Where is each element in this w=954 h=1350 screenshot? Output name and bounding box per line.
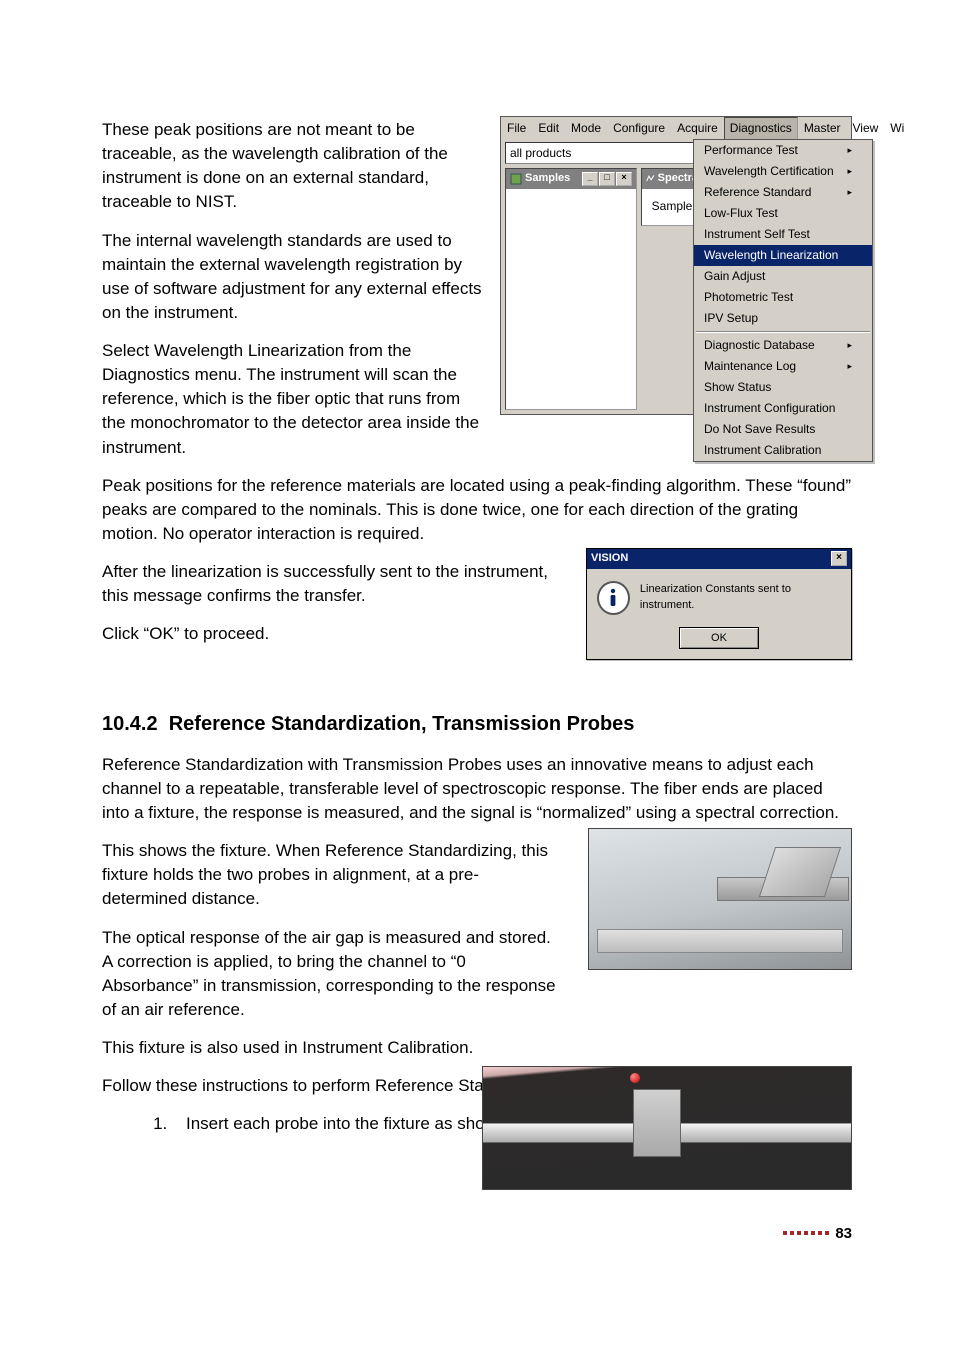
dd-wavelength-linearization[interactable]: Wavelength Linearization [694, 245, 872, 266]
samples-panel-title: Samples [525, 171, 570, 187]
dd-performance-test[interactable]: Performance Test▸ [694, 140, 872, 161]
menu-diagnostics[interactable]: Diagnostics [724, 117, 798, 140]
dialog-title: VISION [591, 551, 628, 567]
submenu-arrow-icon: ▸ [847, 144, 852, 157]
products-combo-value: all products [510, 145, 571, 162]
samples-panel: Samples _ □ × [505, 168, 637, 410]
menu-configure[interactable]: Configure [607, 117, 671, 140]
submenu-arrow-icon: ▸ [847, 165, 852, 178]
body-text: Reference Standardization with Transmiss… [102, 753, 852, 825]
dd-low-flux-test[interactable]: Low-Flux Test [694, 203, 872, 224]
menu-master[interactable]: Master [798, 117, 847, 140]
body-text: Click “OK” to proceed. [102, 622, 572, 646]
dialog-message: Linearization Constants sent to instrume… [640, 582, 841, 613]
page-number: 83 [835, 1223, 852, 1244]
menu-file[interactable]: File [501, 117, 532, 140]
dd-gain-adjust[interactable]: Gain Adjust [694, 266, 872, 287]
body-text: Select Wavelength Linearization from the… [102, 339, 482, 460]
diagnostics-dropdown: Performance Test▸ Wavelength Certificati… [693, 139, 873, 462]
submenu-arrow-icon: ▸ [847, 339, 852, 352]
dd-do-not-save-results[interactable]: Do Not Save Results [694, 419, 872, 440]
menu-edit[interactable]: Edit [532, 117, 565, 140]
menu-mode[interactable]: Mode [565, 117, 607, 140]
close-icon[interactable]: × [616, 172, 632, 186]
fixture-photo [588, 828, 852, 970]
submenu-arrow-icon: ▸ [847, 186, 852, 199]
menu-view[interactable]: View [847, 117, 885, 140]
menu-separator [696, 331, 870, 333]
dd-show-status[interactable]: Show Status [694, 377, 872, 398]
dd-ipv-setup[interactable]: IPV Setup [694, 308, 872, 329]
submenu-arrow-icon: ▸ [847, 360, 852, 373]
body-text: This shows the fixture. When Reference S… [102, 839, 562, 911]
section-heading: 10.4.2 Reference Standardization, Transm… [102, 710, 852, 738]
section-title: Reference Standardization, Transmission … [169, 713, 635, 735]
body-text: After the linearization is successfully … [102, 560, 572, 608]
footer-dots-icon [783, 1231, 829, 1235]
dd-diagnostic-database[interactable]: Diagnostic Database▸ [694, 335, 872, 356]
section-number: 10.4.2 [102, 713, 158, 735]
minimize-icon[interactable]: _ [582, 172, 598, 186]
dd-reference-standard[interactable]: Reference Standard▸ [694, 182, 872, 203]
body-text: The optical response of the air gap is m… [102, 926, 562, 1023]
samples-icon [510, 173, 522, 185]
body-text: These peak positions are not meant to be… [102, 118, 482, 215]
menu-acquire[interactable]: Acquire [671, 117, 724, 140]
app-menubar: File Edit Mode Configure Acquire Diagnos… [501, 117, 851, 140]
ok-button[interactable]: OK [679, 627, 759, 649]
probe-insertion-photo [482, 1066, 852, 1190]
spectra-icon [646, 173, 655, 185]
dd-instrument-calibration[interactable]: Instrument Calibration [694, 440, 872, 461]
diagnostics-menu-screenshot: File Edit Mode Configure Acquire Diagnos… [500, 116, 852, 415]
spectra-panel-title: Spectra [658, 171, 698, 187]
dd-maintenance-log[interactable]: Maintenance Log▸ [694, 356, 872, 377]
vision-dialog: VISION × Linearization Constants sent to… [586, 548, 852, 660]
maximize-icon[interactable]: □ [599, 172, 615, 186]
dd-instrument-configuration[interactable]: Instrument Configuration [694, 398, 872, 419]
body-text: This fixture is also used in Instrument … [102, 1036, 852, 1060]
dd-photometric-test[interactable]: Photometric Test [694, 287, 872, 308]
dd-wavelength-certification[interactable]: Wavelength Certification▸ [694, 161, 872, 182]
body-text: Peak positions for the reference materia… [102, 474, 852, 546]
dd-instrument-self-test[interactable]: Instrument Self Test [694, 224, 872, 245]
page-footer: 83 [783, 1223, 852, 1244]
body-text: The internal wavelength standards are us… [102, 229, 482, 326]
info-icon [597, 581, 630, 615]
close-icon[interactable]: × [831, 551, 847, 566]
menu-window-cut[interactable]: Wi [884, 117, 910, 140]
